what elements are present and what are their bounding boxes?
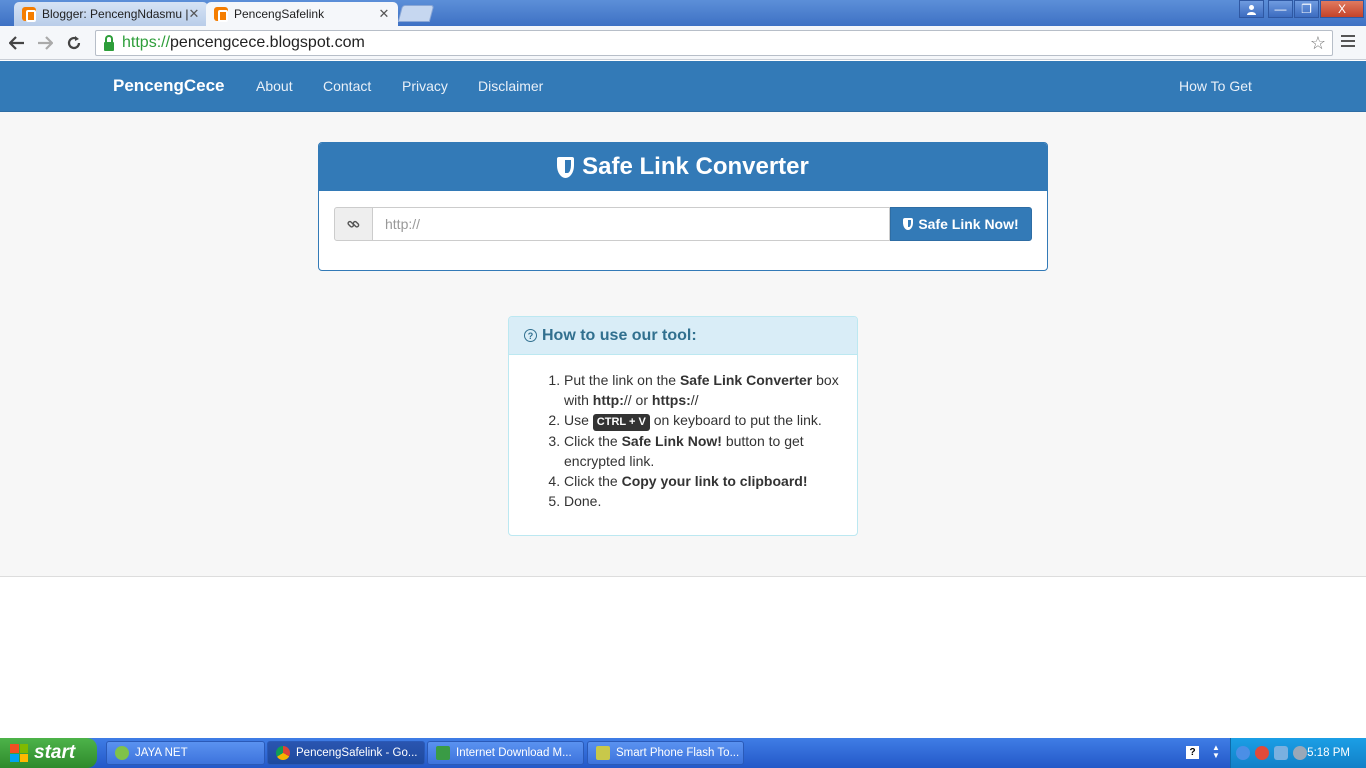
tab-blogger[interactable]: Blogger: PencengNdasmu | S ✕ (14, 2, 208, 26)
taskbar-item-chrome[interactable]: PencengSafelink - Go... (267, 741, 425, 765)
network-icon (115, 746, 129, 760)
howto-panel: ? How to use our tool: Put the link on t… (508, 316, 858, 536)
hamburger-menu-icon[interactable] (1341, 35, 1355, 49)
safe-link-now-button[interactable]: Safe Link Now! (890, 207, 1032, 241)
site-navbar: PencengCece About Contact Privacy Discla… (0, 61, 1366, 112)
tab-label: PencengSafelink (234, 7, 325, 21)
tab-pencengsafelink[interactable]: PencengSafelink ✕ (206, 2, 398, 26)
nav-link-about[interactable]: About (256, 78, 293, 94)
close-tab-icon[interactable]: ✕ (378, 6, 390, 22)
safe-link-now-label: Safe Link Now! (918, 216, 1019, 232)
download-manager-icon (436, 746, 450, 760)
user-profile-icon[interactable] (1239, 0, 1264, 18)
close-window-button[interactable]: X (1320, 0, 1364, 18)
tray-volume-icon[interactable] (1293, 746, 1307, 760)
tray-network-icon[interactable] (1274, 746, 1288, 760)
taskbar-clock: 5:18 PM (1307, 747, 1350, 759)
system-tray: 5:18 PM (1230, 738, 1366, 768)
converter-input-group: Safe Link Now! (334, 207, 1032, 241)
close-tab-icon[interactable]: ✕ (188, 6, 200, 22)
list-item: Click the Safe Link Now! button to get e… (564, 431, 844, 471)
converter-panel-header: Safe Link Converter (319, 143, 1047, 191)
question-circle-icon: ? (524, 329, 537, 342)
lock-icon (104, 34, 114, 51)
blogger-icon (214, 7, 228, 22)
web-page: PencengCece About Contact Privacy Discla… (0, 61, 1366, 738)
keyboard-shortcut-badge: CTRL + V (592, 414, 650, 431)
nav-link-disclaimer[interactable]: Disclaimer (478, 78, 543, 94)
taskbar-item-flash-tool[interactable]: Smart Phone Flash To... (587, 741, 744, 765)
url-scheme: https:// (122, 34, 171, 51)
blogger-icon (22, 7, 36, 22)
taskbar-item-jaya-net[interactable]: JAYA NET (106, 741, 265, 765)
tray-arrow-icon[interactable] (1236, 746, 1250, 760)
nav-link-how-to-get[interactable]: How To Get (1179, 78, 1252, 94)
minimize-button[interactable]: — (1268, 0, 1293, 18)
shield-icon (903, 218, 914, 230)
start-button[interactable]: start (0, 738, 97, 768)
list-item: Click the Copy your link to clipboard! (564, 471, 844, 491)
browser-toolbar: https:// pencengcece.blogspot.com ☆ (0, 26, 1366, 60)
windows-taskbar: start JAYA NET PencengSafelink - Go... I… (0, 738, 1366, 768)
url-host: pencengcece.blogspot.com (170, 34, 365, 51)
site-brand[interactable]: PencengCece (113, 76, 225, 96)
help-icon[interactable]: ? (1186, 746, 1199, 759)
list-item: Done. (564, 491, 844, 511)
converter-title: Safe Link Converter (582, 153, 809, 180)
howto-panel-header: ? How to use our tool: (509, 317, 857, 355)
howto-title: How to use our tool: (542, 326, 697, 344)
address-bar[interactable]: https:// pencengcece.blogspot.com ☆ (95, 30, 1333, 56)
windows-logo-icon (10, 744, 28, 762)
star-icon[interactable]: ☆ (1310, 33, 1326, 54)
chrome-icon (276, 746, 290, 760)
link-icon (334, 207, 373, 241)
taskbar-item-idm[interactable]: Internet Download M... (427, 741, 584, 765)
list-item: Put the link on the Safe Link Converter … (564, 370, 844, 410)
nav-link-contact[interactable]: Contact (323, 78, 371, 94)
browser-titlebar: Blogger: PencengNdasmu | S ✕ PencengSafe… (0, 0, 1366, 26)
reload-icon[interactable] (62, 31, 86, 55)
main-content: Safe Link Converter Safe Link Now! ? How… (0, 112, 1366, 577)
maximize-button[interactable]: ❐ (1294, 0, 1319, 18)
nav-link-privacy[interactable]: Privacy (402, 78, 448, 94)
flash-tool-icon (596, 746, 610, 760)
forward-arrow-icon[interactable] (33, 31, 57, 55)
tray-chrome-icon[interactable] (1255, 746, 1269, 760)
howto-steps: Put the link on the Safe Link Converter … (544, 370, 844, 511)
up-down-arrow-icon[interactable]: ▲ ▼ (1212, 744, 1220, 760)
tab-label: Blogger: PencengNdasmu | S (42, 7, 188, 21)
shield-icon (557, 156, 575, 178)
back-arrow-icon[interactable] (5, 31, 29, 55)
converter-panel: Safe Link Converter Safe Link Now! (318, 142, 1048, 271)
url-input[interactable] (373, 207, 890, 241)
list-item: Use CTRL + V on keyboard to put the link… (564, 410, 844, 431)
new-tab-button[interactable] (397, 5, 435, 22)
start-label: start (34, 742, 76, 763)
